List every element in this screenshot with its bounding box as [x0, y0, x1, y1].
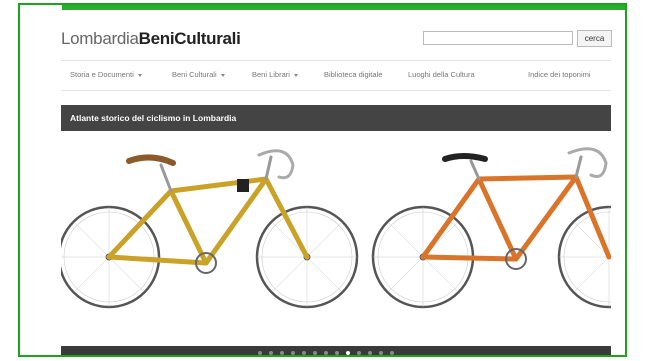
nav-divider [61, 90, 611, 91]
nav-item-label: Indice dei toponimi [528, 70, 591, 79]
nav-item-storia-e-documenti[interactable]: Storia e Documenti [70, 70, 142, 79]
site-logo[interactable]: LombardiaBeniCulturali [61, 29, 241, 49]
chevron-down-icon [220, 73, 225, 77]
chevron-down-icon [293, 73, 298, 77]
header-accent-stripe [62, 5, 625, 10]
slide-dot[interactable] [291, 351, 295, 355]
nav-item-beni-librari[interactable]: Beni Librari [252, 70, 298, 79]
nav-item-luoghi-della-cultura[interactable]: Luoghi della Cultura [408, 70, 475, 79]
slide-dot[interactable] [269, 351, 273, 355]
slide-dot[interactable] [368, 351, 372, 355]
slide-dot[interactable] [335, 351, 339, 355]
nav-item-beni-culturali[interactable]: Beni Culturali [172, 70, 225, 79]
slide-dot[interactable] [258, 351, 262, 355]
slide-dot[interactable] [280, 351, 284, 355]
slide-dot[interactable] [324, 351, 328, 355]
slide-dot[interactable] [313, 351, 317, 355]
slideshow-pagination [61, 346, 611, 355]
slide-dot[interactable] [357, 351, 361, 355]
search-input[interactable] [423, 31, 573, 45]
bicycles-illustration [61, 147, 611, 309]
slide-dot[interactable] [390, 351, 394, 355]
chevron-down-icon [137, 73, 142, 77]
orange-bicycle [371, 147, 611, 309]
header-divider [61, 60, 611, 61]
browser-frame: LombardiaBeniCulturali cerca Storia e Do… [18, 3, 627, 357]
slide-dot[interactable] [302, 351, 306, 355]
slide-dot-active[interactable] [346, 351, 350, 355]
nav-item-indice-dei-toponimi[interactable]: Indice dei toponimi [528, 70, 591, 79]
slideshow-title-bar: Atlante storico del ciclismo in Lombardi… [61, 105, 611, 131]
nav-item-label: Beni Culturali [172, 70, 217, 79]
logo-part-beniculturali: BeniCulturali [138, 29, 241, 48]
nav-item-label: Storia e Documenti [70, 70, 134, 79]
main-nav: Storia e Documenti Beni Culturali Beni L… [61, 67, 611, 83]
slideshow-title: Atlante storico del ciclismo in Lombardi… [70, 113, 237, 123]
yellow-bicycle [61, 149, 359, 309]
nav-item-label: Luoghi della Cultura [408, 70, 475, 79]
logo-part-lombardia: Lombardia [61, 29, 139, 48]
search-button[interactable]: cerca [577, 30, 612, 47]
nav-item-label: Biblioteca digitale [324, 70, 383, 79]
slide-dot[interactable] [379, 351, 383, 355]
nav-item-biblioteca-digitale[interactable]: Biblioteca digitale [324, 70, 382, 79]
slideshow-image[interactable] [61, 133, 611, 345]
nav-item-label: Beni Librari [252, 70, 290, 79]
